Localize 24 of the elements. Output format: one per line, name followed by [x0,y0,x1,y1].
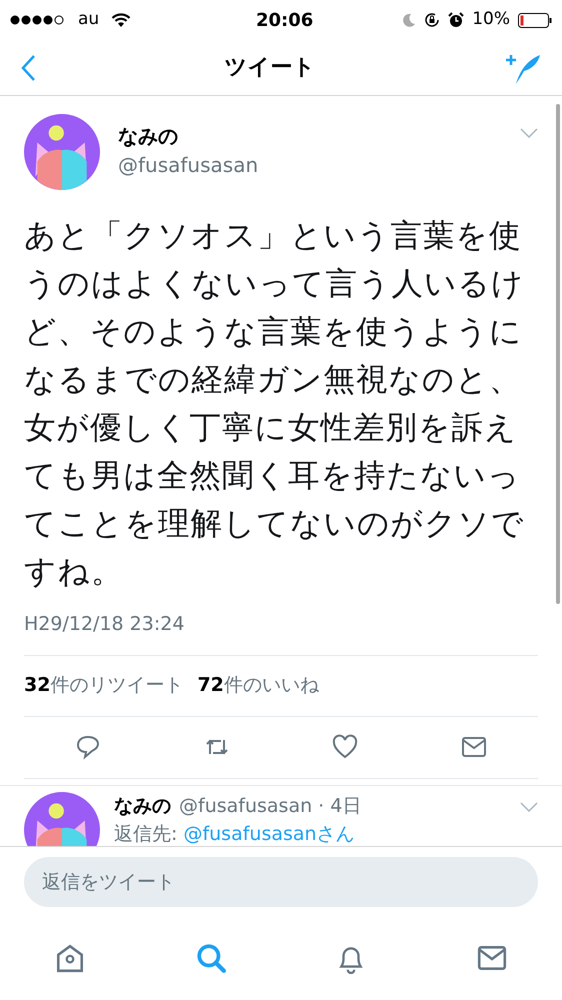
stat-count[interactable]: 72件のいいね [197,671,319,700]
battery-icon [518,12,552,28]
reply-field[interactable]: 返信をツイート [24,856,538,906]
alarm-icon [448,12,464,28]
reply-to-label: 返信先: [114,822,178,844]
battery-percent: 10% [472,8,510,32]
search-tab[interactable] [194,942,227,974]
wifi-icon [111,12,132,28]
carrier-name: au [78,8,100,32]
rotation-lock-icon [424,12,440,28]
tweet-timestamp: H29/12/18 23:24 [24,612,186,637]
moon-icon [402,13,416,27]
tweet-meta: @fusafusasan · 4日 [179,794,362,818]
back-button[interactable] [20,54,36,82]
user-handle: @fusafusasan [118,152,258,179]
stat-count[interactable]: 32件のリツイート [24,671,184,700]
signal-icon [10,15,66,25]
mail-icon[interactable] [460,734,488,760]
heart-icon[interactable] [331,734,360,760]
user-name: なみの [118,123,179,150]
clock-time: 20:06 [256,9,314,33]
user-name: なみの [114,794,171,818]
page-title: ツイート [224,54,316,82]
tweet-text: あと「クソオス」という言葉を使うのはよくないって言う人いるけど、そのような言葉を使うようになるまでの経緯ガン無視なのと、女が優しく丁寧に女性差別を訴えても男は全然聞く耳を持たないってことを理解してないのがクソですね。 [24,217,526,592]
